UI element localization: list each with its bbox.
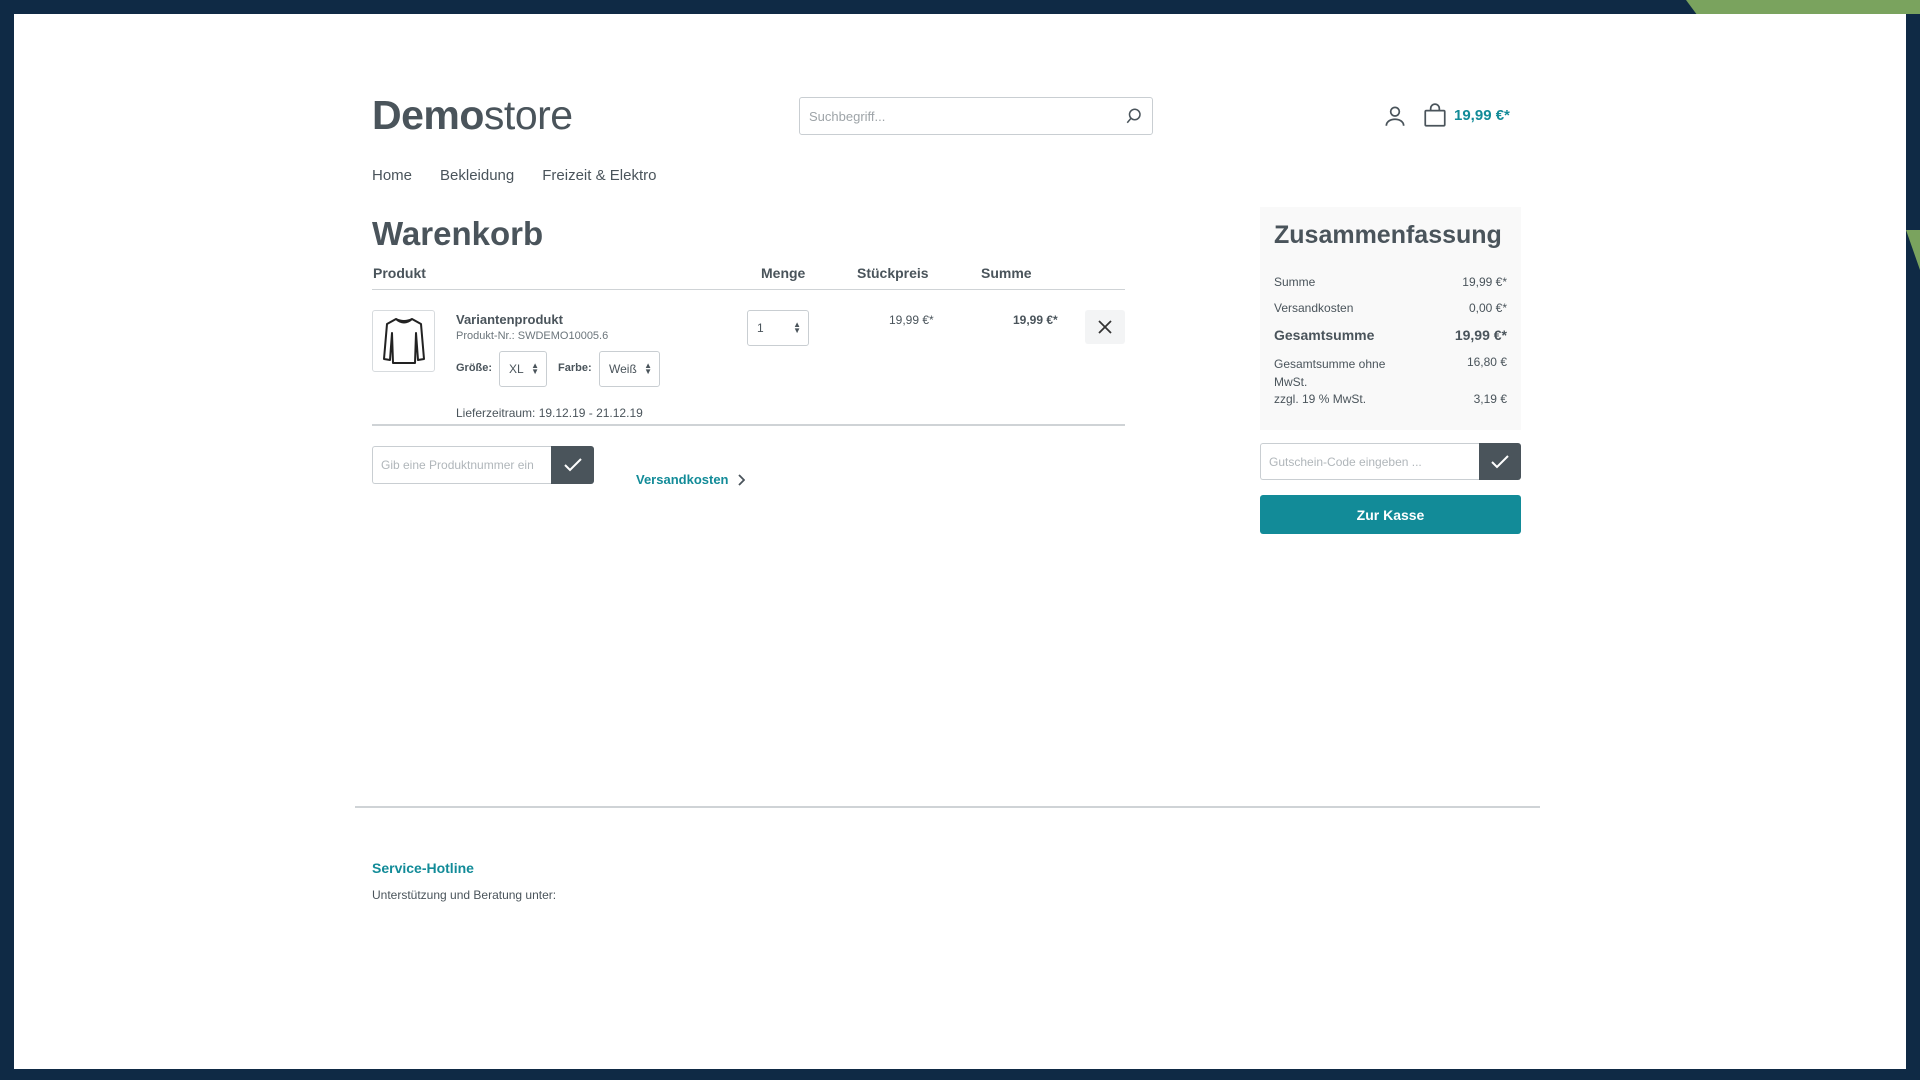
size-select-value: XL xyxy=(509,362,524,376)
product-number-input[interactable] xyxy=(372,446,551,484)
column-header-sum: Summe xyxy=(981,265,1032,281)
add-product-form xyxy=(372,446,594,484)
cart-table-header: Produkt Menge Stückpreis Summe xyxy=(372,262,1125,290)
shipping-costs-label: Versandkosten xyxy=(636,472,729,487)
tax-label: zzgl. 19 % MwSt. xyxy=(1274,392,1367,406)
service-hotline-title: Service-Hotline xyxy=(372,860,474,876)
order-summary: Zusammenfassung Summe 19,99 €* Versandko… xyxy=(1260,207,1521,430)
checkmark-icon xyxy=(1491,454,1509,468)
checkout-button[interactable]: Zur Kasse xyxy=(1260,495,1521,534)
search-input[interactable] xyxy=(800,98,1116,134)
shop-page xyxy=(14,14,1906,1069)
voucher-form xyxy=(1260,443,1521,480)
shipping-value: 0,00 €* xyxy=(1468,301,1507,315)
color-label: Farbe: xyxy=(558,362,592,374)
service-hotline-text: Unterstützung und Beratung unter: xyxy=(372,888,557,902)
product-name[interactable]: Variantenprodukt xyxy=(456,312,563,327)
line-item-sum: 19,99 €* xyxy=(1013,313,1058,327)
shopping-bag-icon[interactable] xyxy=(1422,103,1448,129)
shipping-label: Versandkosten xyxy=(1274,301,1354,315)
remove-item-button[interactable] xyxy=(1085,310,1125,344)
account-icon[interactable] xyxy=(1382,103,1408,129)
add-product-button[interactable] xyxy=(551,446,594,484)
apply-voucher-button[interactable] xyxy=(1479,443,1521,480)
select-arrows-icon: ▲ ▼ xyxy=(793,320,801,335)
unit-price: 19,99 €* xyxy=(889,313,934,327)
color-select[interactable]: Weiß ▲ ▼ xyxy=(599,351,660,387)
product-number: Produkt-Nr.: SWDEMO10005.6 xyxy=(456,330,609,342)
logo-light-text: store xyxy=(483,92,573,138)
voucher-code-input[interactable] xyxy=(1260,443,1479,480)
quantity-value: 1 xyxy=(757,321,764,335)
size-label: Größe: xyxy=(456,362,493,374)
net-total-value: 16,80 € xyxy=(1466,355,1507,369)
search-bar xyxy=(799,97,1153,135)
column-header-unit-price: Stückpreis xyxy=(857,265,929,281)
column-header-quantity: Menge xyxy=(761,265,806,281)
total-value: 19,99 €* xyxy=(1454,327,1507,343)
chevron-right-icon xyxy=(737,473,745,486)
net-total-label: Gesamtsumme ohne MwSt. xyxy=(1274,357,1386,389)
color-select-value: Weiß xyxy=(609,362,637,376)
column-header-product: Produkt xyxy=(373,265,426,281)
logo-bold-text: Demo xyxy=(372,92,484,138)
product-image[interactable] xyxy=(372,310,435,372)
decorative-corner-side xyxy=(1906,230,1920,270)
select-arrows-icon: ▲ ▼ xyxy=(644,361,652,376)
select-arrows-icon: ▲ ▼ xyxy=(531,361,539,376)
summary-title: Zusammenfassung xyxy=(1274,221,1502,249)
tax-value: 3,19 € xyxy=(1473,392,1507,406)
total-label: Gesamtsumme xyxy=(1274,327,1375,343)
main-navigation: Home Bekleidung Freizeit & Elektro xyxy=(372,167,656,184)
decorative-corner xyxy=(1686,0,1920,14)
shipping-costs-link[interactable]: Versandkosten xyxy=(636,472,745,487)
nav-item-bekleidung[interactable]: Bekleidung xyxy=(440,167,514,184)
checkmark-icon xyxy=(563,458,582,472)
header-cart-total[interactable]: 19,99 €* xyxy=(1454,107,1510,124)
footer-divider xyxy=(355,806,1540,808)
subtotal-value: 19,99 €* xyxy=(1462,275,1507,289)
store-logo[interactable]: Demostore xyxy=(372,92,573,139)
close-icon xyxy=(1098,320,1112,334)
page-title: Warenkorb xyxy=(372,215,544,252)
subtotal-label: Summe xyxy=(1274,275,1316,289)
delivery-time: Lieferzeitraum: 19.12.19 - 21.12.19 xyxy=(456,406,643,420)
size-select[interactable]: XL ▲ ▼ xyxy=(499,351,547,387)
quantity-select[interactable]: 1 ▲ ▼ xyxy=(747,310,809,346)
nav-item-home[interactable]: Home xyxy=(372,167,412,184)
row-divider xyxy=(372,424,1125,426)
search-icon[interactable] xyxy=(1116,98,1152,134)
nav-item-freizeit-elektro[interactable]: Freizeit & Elektro xyxy=(542,167,656,184)
